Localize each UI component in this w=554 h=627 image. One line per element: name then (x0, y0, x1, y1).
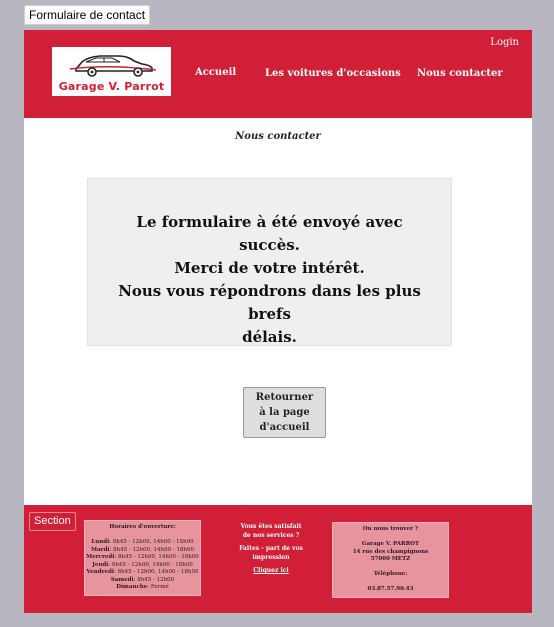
message-line-2: Merci de votre intérêt. (174, 259, 365, 277)
phone-number: 03.87.57.90.43 (367, 586, 414, 592)
hours-day: Jeudi (92, 561, 109, 568)
hours-row: Jeudi: 8h45 - 12h00, 14h00 - 18h00 (85, 562, 200, 570)
site-header: Garage V. Parrot Accueil Les voitures d'… (24, 30, 532, 118)
feedback-block: Vous êtes satisfait de nos services ? Fa… (225, 523, 317, 576)
message-line-1: Le formulaire à été envoyé avec succès. (136, 213, 403, 254)
feedback-link[interactable]: Cliquez ici (225, 567, 317, 576)
hours-day: Dimanche (116, 584, 148, 590)
hours-time: : 8h45 - 12h00, 14h00 - 18h00 (108, 561, 193, 568)
hours-time: : 8h45 - 12h00, 14h00 - 18h00 (113, 569, 199, 575)
hours-day: Lundi (91, 539, 110, 545)
back-button-line-2: à la page (259, 407, 310, 418)
success-message-box: Le formulaire à été envoyé avec succès. … (87, 178, 452, 346)
hours-title: Horaires d'ouverture: (109, 524, 176, 530)
site-footer: Section Horaires d'ouverture: Lundi: 8h4… (24, 505, 532, 613)
phone-label: Téléphone: (373, 571, 408, 577)
hours-time: : 8h45 - 12h00, 14h00 - 18h00 (109, 546, 194, 553)
feedback-line-4: impression (252, 553, 290, 561)
nav-nous-contacter[interactable]: Nous contacter (417, 68, 503, 79)
hours-day: Mardi (91, 546, 110, 553)
hours-row: Vendredi: 8h45 - 12h00, 14h00 - 18h00 (85, 569, 200, 577)
opening-hours-box: Horaires d'ouverture: Lundi: 8h45 - 12h0… (84, 520, 201, 596)
garage-logo[interactable]: Garage V. Parrot (52, 47, 171, 96)
hours-row: Mardi: 8h45 - 12h00, 14h00 - 18h00 (85, 547, 200, 555)
address-box: Ou nous trouver ? Garage V. PARROT 14 ru… (332, 522, 449, 598)
nav-voitures-occasions[interactable]: Les voitures d'occasions (265, 68, 401, 79)
hours-row: Lundi: 8h45 - 12h00, 14h00 - 18h00 (85, 539, 200, 547)
section-label: Section (29, 512, 76, 531)
hours-row: Samedi: 8h45 - 12h00 (85, 577, 200, 585)
logo-text: Garage V. Parrot (58, 80, 165, 93)
message-line-3: Nous vous répondrons dans les plus brefs (118, 282, 421, 323)
hours-time: : 8h45 - 12h00, 14h00 - 18h00 (109, 539, 194, 545)
hours-list: Lundi: 8h45 - 12h00, 14h00 - 18h00 Mardi:… (85, 539, 200, 592)
nav-accueil[interactable]: Accueil (195, 67, 236, 78)
message-line-4: délais. (242, 328, 297, 346)
hours-row: Dimanche: Fermé (85, 584, 200, 592)
hours-day: Samedi (110, 576, 134, 583)
back-to-home-button[interactable]: Retourner à la page d'accueil (243, 387, 326, 438)
car-logo-icon (69, 55, 157, 77)
page-title: Nous contacter (235, 131, 321, 142)
address-title: Ou nous trouver ? (362, 526, 419, 532)
feedback-line-1: Vous êtes satisfait (240, 523, 302, 530)
success-message: Le formulaire à été envoyé avec succès. … (108, 211, 431, 349)
page-container: Garage V. Parrot Accueil Les voitures d'… (24, 30, 532, 613)
feedback-line-3: Faites - part de vos (239, 545, 303, 552)
login-link[interactable]: Login (490, 37, 519, 48)
street-address: 14 rue des champignons (352, 548, 429, 555)
hours-day: Vendredi (86, 569, 114, 575)
back-button-line-1: Retourner (255, 392, 314, 403)
hours-time: : Fermé (147, 584, 169, 590)
back-button-line-3: d'accueil (259, 422, 310, 433)
feedback-line-2: de nos services ? (242, 531, 300, 539)
garage-name: Garage V. PARROT (361, 541, 420, 547)
hours-row: Mercredi: 8h45 - 12h00, 14h00 - 18h00 (85, 554, 200, 562)
hours-day: Mercredi (86, 554, 115, 560)
city-address: 57000 METZ (370, 556, 411, 562)
form-context-label: Formulaire de contact (24, 5, 151, 25)
hours-time: : 8h45 - 12h00 (133, 576, 175, 583)
hours-time: : 8h45 - 12h00, 14h00 - 18h00 (114, 554, 199, 560)
